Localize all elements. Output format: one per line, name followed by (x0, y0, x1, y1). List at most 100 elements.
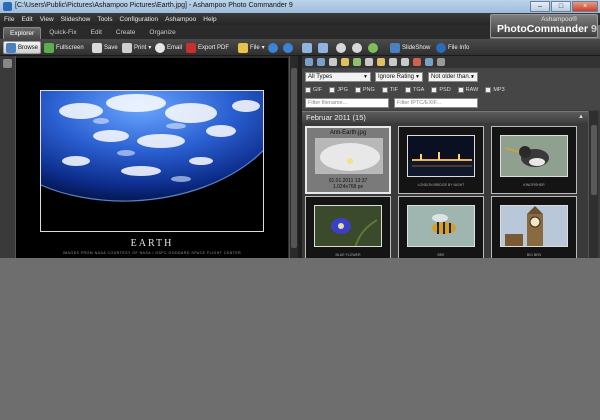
slideshow-icon (390, 42, 400, 53)
viewer-scrollbar[interactable] (289, 56, 298, 258)
rotate-left-button[interactable] (300, 41, 314, 54)
tab-edit[interactable]: Edit (85, 27, 108, 39)
menu-ashampoo[interactable]: Ashampoo (165, 16, 196, 23)
file-menu-button[interactable]: File ▾ (236, 41, 267, 54)
chevron-down-icon: ▼ (363, 74, 368, 80)
select-all-icon[interactable] (365, 58, 373, 66)
main-toolbar: Browse Fullscreen Save Print ▾ Email Exp… (0, 39, 600, 56)
maximize-button[interactable]: □ (551, 1, 571, 12)
iptc-filter-input[interactable]: Filter IPTC/EXIF... (394, 98, 478, 108)
arrow-left-icon (268, 42, 278, 53)
blue-flower-image (315, 206, 381, 246)
copy-icon[interactable] (389, 58, 397, 66)
thumbnail-filename: Anti-Earth.jpg (329, 130, 367, 136)
collapse-icon[interactable]: ▲ (578, 112, 584, 123)
format-checkbox-gif[interactable]: GIF (305, 87, 322, 93)
title-bar: [C:\Users\Public\Pictures\Ashampoo Pictu… (0, 0, 600, 13)
format-checkbox-psd[interactable]: PSD (431, 87, 451, 93)
move-icon[interactable] (401, 58, 409, 66)
thumbnail-tile[interactable]: LONDON BRIDGE BY NIGHT (398, 126, 484, 194)
app-icon (3, 2, 12, 11)
anti-earth-image (316, 139, 382, 173)
minimize-button[interactable]: – (530, 1, 550, 12)
group-label: Februar 2011 (15) (306, 113, 366, 122)
fullscreen-label: Fullscreen (56, 44, 84, 51)
previous-button[interactable] (266, 41, 280, 54)
mode-tabs: Explorer Quick-Fix Edit Create Organize (0, 25, 490, 39)
date-filter-select[interactable]: Not older than... ▼ (428, 72, 478, 82)
format-checkbox-tga[interactable]: TGA (405, 87, 424, 93)
format-checkbox-mp3[interactable]: MP3 (485, 87, 505, 93)
tab-organize[interactable]: Organize (143, 27, 181, 39)
next-button[interactable] (281, 41, 295, 54)
tab-explorer[interactable]: Explorer (3, 27, 42, 39)
print-button[interactable]: Print ▾ (120, 41, 153, 54)
type-filter-select[interactable]: All Types ▼ (305, 72, 371, 82)
rotate-left-icon (302, 42, 312, 53)
fullscreen-button[interactable]: Fullscreen (42, 41, 86, 54)
thumbnail-tile[interactable]: BLUE FLOWER (305, 196, 391, 264)
browse-button[interactable]: Browse (3, 41, 42, 54)
image-caption: EARTH (130, 238, 174, 249)
menu-configuration[interactable]: Configuration (120, 16, 159, 23)
menu-edit[interactable]: Edit (21, 16, 32, 23)
menu-slideshow[interactable]: Slideshow (61, 16, 91, 23)
new-folder-icon[interactable] (377, 58, 385, 66)
delete-icon[interactable] (413, 58, 421, 66)
earth-image (41, 91, 263, 231)
format-checkbox-raw[interactable]: RAW (457, 87, 478, 93)
browser-toolbar (302, 56, 600, 68)
menu-help[interactable]: Help (203, 16, 216, 23)
chevron-down-icon: ▼ (470, 74, 475, 80)
slideshow-button[interactable]: SlideShow (388, 41, 432, 54)
export-pdf-button[interactable]: Export PDF (184, 41, 231, 54)
folder-up-icon[interactable] (341, 58, 349, 66)
more-options-icon[interactable] (437, 58, 445, 66)
thumbnail-image (500, 205, 568, 247)
menu-tools[interactable]: Tools (97, 16, 112, 23)
menu-view[interactable]: View (40, 16, 54, 23)
save-icon (92, 42, 102, 53)
rotate-right-icon (318, 42, 328, 53)
tab-create[interactable]: Create (110, 27, 142, 39)
sort-icon[interactable] (317, 58, 325, 66)
refresh-icon[interactable] (353, 58, 361, 66)
zoom-in-button[interactable] (334, 41, 348, 54)
filename-filter-input[interactable]: Filter filename... (305, 98, 389, 108)
scrollbar-thumb[interactable] (291, 68, 297, 248)
menu-file[interactable]: File (4, 16, 14, 23)
save-button[interactable]: Save (90, 41, 120, 54)
chevron-down-icon: ▼ (415, 74, 420, 80)
info-icon (436, 42, 446, 53)
file-label: File (250, 44, 260, 51)
rating-filter-select[interactable]: Ignore Rating ▼ (375, 72, 423, 82)
thumbnail-tile[interactable]: BEE (398, 196, 484, 264)
zoom-out-button[interactable] (350, 41, 364, 54)
date-group-header[interactable]: Februar 2011 (15) ▲ (302, 111, 588, 123)
zoom-fit-button[interactable] (366, 41, 380, 54)
thumbnail-image (407, 205, 475, 247)
thumbnail-tile[interactable]: KINGFISHER (491, 126, 577, 194)
scrollbar-thumb[interactable] (591, 125, 597, 195)
thumbnail-tile[interactable]: Anti-Earth.jpg 01.01.2011 13:37 1.024x76… (305, 126, 391, 194)
format-checkbox-png[interactable]: PNG (354, 87, 375, 93)
file-info-button[interactable]: File Info (434, 41, 471, 54)
thumbnail-caption: BEE (437, 253, 445, 257)
thumbnail-size-icon[interactable] (425, 58, 433, 66)
arrow-right-icon (283, 42, 293, 53)
thumbnail-tile[interactable]: BIG BEN (491, 196, 577, 264)
browser-scrollbar[interactable] (588, 111, 598, 258)
format-checkbox-jpg[interactable]: JPG (329, 87, 348, 93)
big-ben-image (501, 206, 567, 246)
format-checkbox-tif[interactable]: TIF (381, 87, 398, 93)
collapse-icon[interactable] (3, 59, 12, 68)
tab-quick-fix[interactable]: Quick-Fix (43, 27, 82, 39)
thumbnail-caption: BIG BEN (526, 253, 542, 257)
close-button[interactable]: × (572, 1, 598, 12)
rotate-right-button[interactable] (316, 41, 330, 54)
filter-icon[interactable] (329, 58, 337, 66)
thumbnail-caption: KINGFISHER (523, 183, 545, 187)
email-button[interactable]: Email (153, 41, 184, 54)
kingfisher-image (501, 136, 567, 176)
view-mode-icon[interactable] (305, 58, 313, 66)
